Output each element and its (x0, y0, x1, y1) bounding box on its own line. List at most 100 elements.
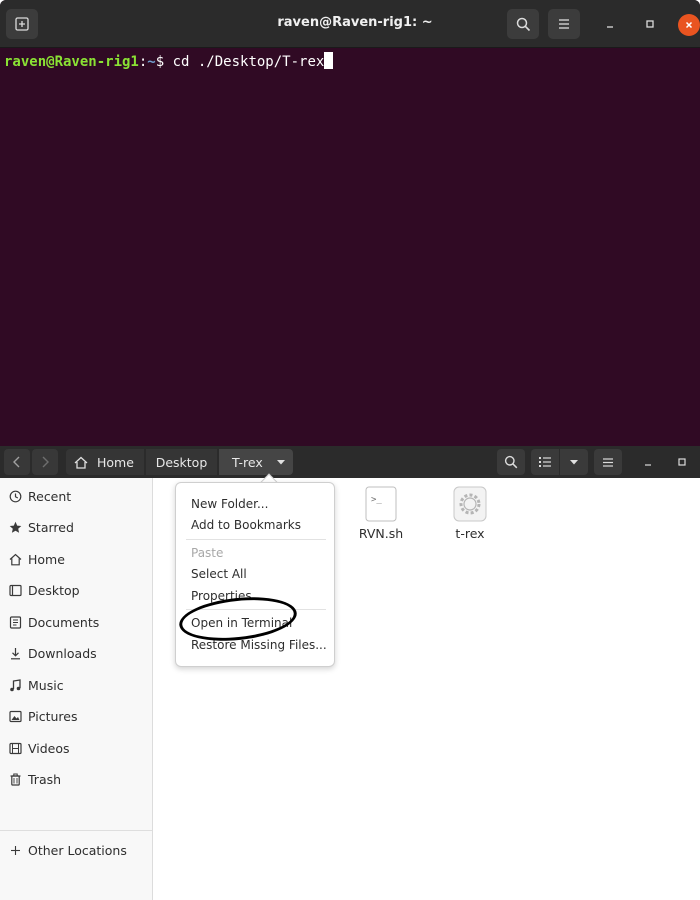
sidebar-item-desktop[interactable]: Desktop (0, 575, 152, 605)
sidebar-item-trash[interactable]: Trash (0, 764, 152, 794)
maximize-icon (678, 458, 686, 466)
view-options-button[interactable] (560, 449, 588, 475)
chevron-down-icon (276, 460, 285, 465)
minimize-icon (645, 464, 651, 466)
sidebar-item-downloads[interactable]: Downloads (0, 638, 152, 668)
prompt-symbol: $ (155, 54, 173, 70)
file-manager-window: Home Desktop T-rex Recent Starred Home D… (0, 446, 700, 900)
sidebar-item-documents[interactable]: Documents (0, 607, 152, 637)
new-tab-icon (15, 17, 29, 31)
sidebar-item-label: Music (28, 677, 64, 693)
prompt-path: ~ (147, 54, 156, 70)
film-icon (8, 741, 22, 755)
picture-icon (8, 709, 22, 723)
breadcrumb-home[interactable]: Home (66, 449, 144, 475)
sidebar-item-other-locations[interactable]: Other Locations (0, 835, 152, 865)
download-icon (8, 646, 22, 660)
view-toggle-button[interactable] (531, 449, 559, 475)
maximize-icon (646, 20, 654, 28)
list-view-icon (539, 457, 551, 467)
menu-item-new-folder[interactable]: New Folder... (191, 497, 268, 511)
prompt-user: raven@Raven-rig1 (4, 54, 139, 70)
search-icon (516, 17, 530, 31)
window-title: raven@Raven-rig1: ~ (277, 15, 433, 30)
menu-item-open-in-terminal[interactable]: Open in Terminal (191, 616, 292, 630)
sidebar-item-label: Other Locations (28, 842, 127, 858)
minimize-icon (607, 26, 613, 28)
back-button[interactable] (4, 449, 30, 475)
minimize-button[interactable] (598, 12, 622, 36)
context-menu: New Folder... Add to Bookmarks Paste Sel… (175, 482, 335, 667)
svg-text:>_: >_ (371, 495, 382, 505)
sidebar-item-label: Downloads (28, 645, 97, 661)
breadcrumb-label: Home (97, 454, 134, 470)
sidebar-item-recent[interactable]: Recent (0, 481, 152, 511)
search-icon (504, 455, 518, 469)
home-icon (8, 552, 22, 566)
script-file-icon: >_ (364, 486, 398, 522)
search-button[interactable] (507, 9, 539, 39)
star-icon (8, 520, 22, 534)
chevron-down-icon (570, 460, 578, 465)
terminal-window: raven@Raven-rig1: ~ raven@Raven-rig1:~$ … (0, 0, 700, 446)
terminal-headerbar: raven@Raven-rig1: ~ (0, 0, 700, 48)
minimize-button[interactable] (636, 450, 660, 474)
file-name: t-rex (455, 526, 485, 541)
sidebar-item-label: Pictures (28, 708, 78, 724)
sidebar-item-pictures[interactable]: Pictures (0, 701, 152, 731)
sidebar-item-videos[interactable]: Videos (0, 733, 152, 763)
breadcrumb-desktop[interactable]: Desktop (146, 449, 217, 475)
menu-button[interactable] (594, 449, 622, 475)
clock-icon (8, 489, 22, 503)
menu-separator (186, 609, 326, 610)
hamburger-menu-icon (603, 457, 613, 467)
close-icon (685, 21, 693, 29)
desktop-icon (8, 583, 22, 597)
home-icon (74, 456, 88, 469)
text-cursor (324, 52, 334, 69)
sidebar-separator (0, 830, 152, 831)
screen: raven@Raven-rig1: ~ raven@Raven-rig1:~$ … (0, 0, 700, 900)
terminal-text-area[interactable]: raven@Raven-rig1:~$ cd ./Desktop/T-rex (0, 48, 700, 446)
forward-button[interactable] (32, 449, 58, 475)
close-button[interactable] (678, 14, 700, 36)
menu-item-restore-missing-files[interactable]: Restore Missing Files... (191, 638, 327, 652)
command-text: cd ./Desktop/T-rex (172, 54, 325, 70)
file-name: RVN.sh (358, 526, 404, 541)
sidebar-item-label: Home (28, 551, 65, 567)
menu-item-properties[interactable]: Properties (191, 589, 252, 603)
chevron-right-icon (42, 456, 49, 468)
sidebar-item-starred[interactable]: Starred (0, 512, 152, 542)
sidebar-item-label: Desktop (28, 582, 80, 598)
maximize-button[interactable] (670, 450, 694, 474)
sidebar-item-label: Documents (28, 614, 100, 630)
new-tab-button[interactable] (6, 9, 38, 39)
search-button[interactable] (497, 449, 525, 475)
menu-separator (186, 539, 326, 540)
sidebar-item-home[interactable]: Home (0, 544, 152, 574)
menu-item-add-to-bookmarks[interactable]: Add to Bookmarks (191, 518, 301, 532)
breadcrumb-t-rex[interactable]: T-rex (219, 449, 293, 475)
breadcrumb-label: T-rex (232, 454, 263, 470)
file-manager-headerbar: Home Desktop T-rex (0, 446, 700, 478)
sidebar-item-label: Recent (28, 488, 72, 504)
sidebar-item-label: Starred (28, 519, 74, 535)
sidebar-item-label: Trash (28, 771, 62, 787)
hamburger-menu-icon (559, 19, 569, 29)
plus-icon (8, 843, 22, 857)
sidebar-item-music[interactable]: Music (0, 670, 152, 700)
executable-gear-icon (453, 486, 487, 522)
menu-item-select-all[interactable]: Select All (191, 567, 247, 581)
document-icon (8, 615, 22, 629)
file-item-rvn-sh[interactable]: >_ RVN.sh (341, 486, 421, 541)
maximize-button[interactable] (638, 12, 662, 36)
file-item-t-rex[interactable]: t-rex (430, 486, 510, 541)
chevron-left-icon (13, 456, 20, 468)
menu-item-paste: Paste (191, 546, 224, 560)
trash-icon (8, 772, 22, 786)
sidebar-item-label: Videos (28, 740, 70, 756)
places-sidebar: Recent Starred Home Desktop Documents Do… (0, 478, 153, 900)
music-note-icon (8, 678, 22, 692)
breadcrumb-label: Desktop (155, 454, 208, 470)
menu-button[interactable] (548, 9, 580, 39)
